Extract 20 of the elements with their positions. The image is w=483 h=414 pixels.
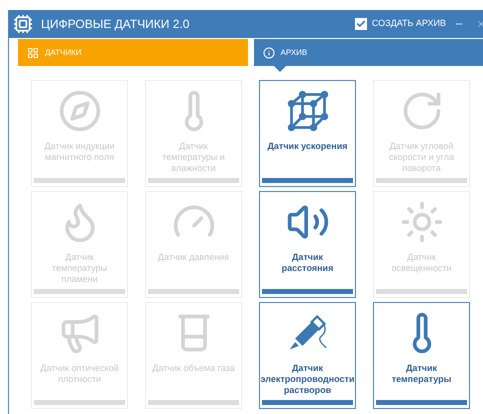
archive-checkbox[interactable] <box>354 18 367 30</box>
sensor-card[interactable]: Датчик расстояния <box>259 191 356 298</box>
cube-icon <box>286 89 330 133</box>
info-icon <box>262 46 274 58</box>
close-icon[interactable] <box>476 19 483 29</box>
sensor-card[interactable]: Датчик электропроводности растворов <box>259 302 356 409</box>
sensor-label: Датчик электропроводности растворов <box>260 363 354 396</box>
grid-icon <box>27 46 39 58</box>
chip-icon <box>13 14 33 34</box>
window-title: ЦИФРОВЫЕ ДАТЧИКИ 2.0 <box>41 16 190 33</box>
tab-pointer <box>274 66 286 72</box>
sensor-label: Датчик температуры <box>390 363 452 385</box>
compass-icon <box>58 89 102 133</box>
sensor-label: Датчик расстояния <box>280 252 334 274</box>
archive-label: СОЗДАТЬ АРХИВ <box>372 17 446 30</box>
tab[interactable]: ДАТЧИКИ <box>18 39 248 66</box>
sensor-card[interactable]: Датчик ускорения <box>259 80 356 187</box>
sensor-label: Датчик ускорения <box>268 141 348 152</box>
sun-icon <box>400 200 444 244</box>
sensor-card[interactable]: Датчик температуры <box>373 302 470 409</box>
